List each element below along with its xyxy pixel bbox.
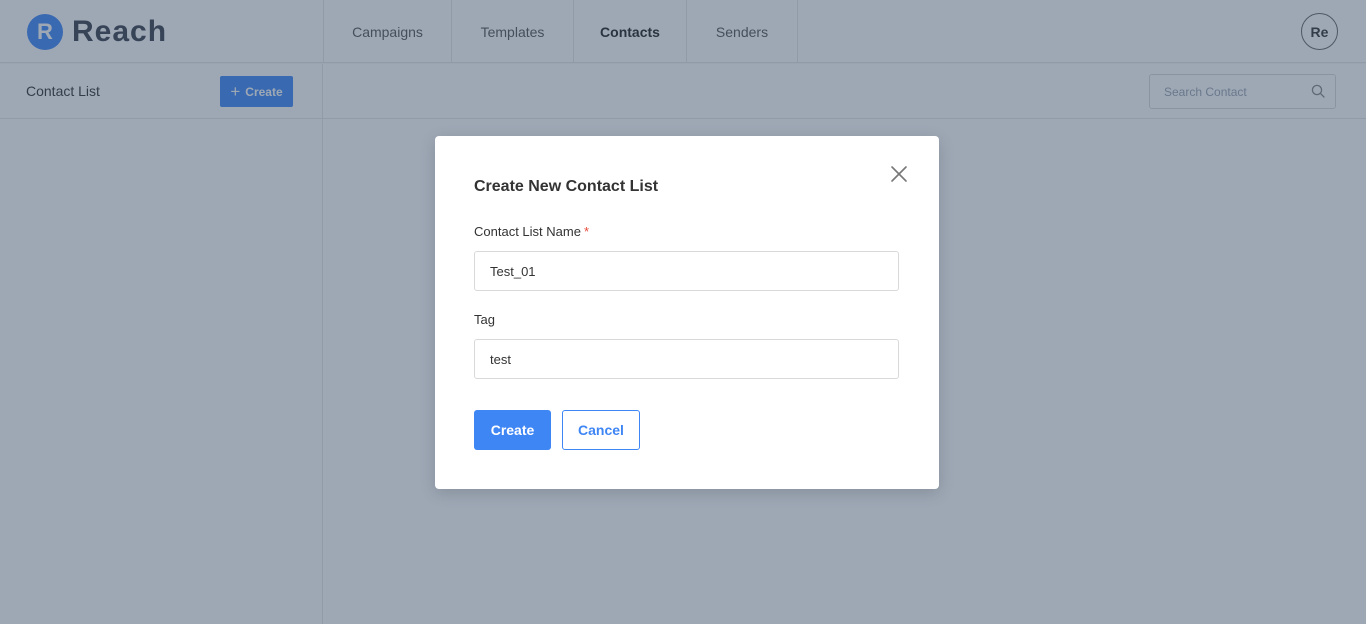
required-mark: *	[583, 224, 589, 239]
cancel-button[interactable]: Cancel	[562, 410, 640, 450]
contact-list-name-label: Contact List Name *	[474, 224, 589, 239]
create-button[interactable]: Create	[474, 410, 551, 450]
modal-title: Create New Contact List	[474, 178, 659, 195]
contact-list-name-input[interactable]	[474, 251, 899, 291]
create-contact-list-modal: Create New Contact List Contact List Nam…	[435, 136, 939, 489]
tag-input[interactable]	[474, 339, 899, 379]
tag-label: Tag	[474, 312, 495, 327]
close-icon[interactable]	[889, 164, 909, 184]
contact-list-name-label-text: Contact List Name	[474, 224, 581, 239]
